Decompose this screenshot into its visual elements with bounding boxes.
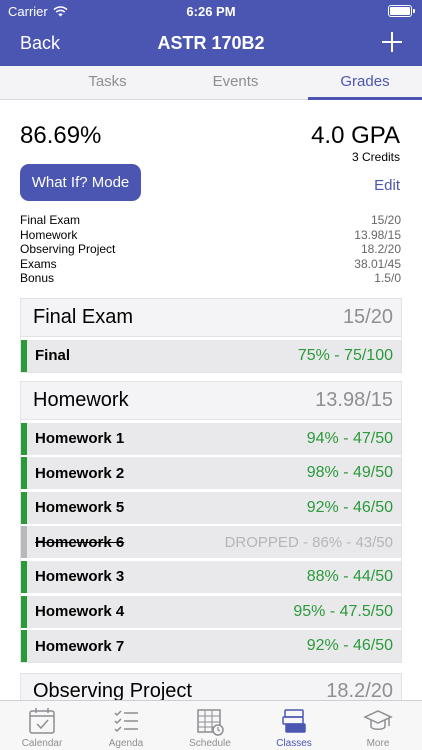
grade-name: Homework 4 bbox=[35, 603, 125, 621]
tabbar-label: Classes bbox=[276, 738, 312, 749]
tabbar-label: More bbox=[366, 738, 390, 749]
category-summary-list: Final Exam 15/20 Homework 13.98/15 Obser… bbox=[20, 213, 401, 286]
grade-status-bar bbox=[21, 560, 27, 593]
summary-row-name: Exams bbox=[20, 256, 57, 271]
grade-status-bar bbox=[21, 457, 27, 490]
summary-row-name: Bonus bbox=[20, 271, 55, 285]
summary-row: Bonus 1.5/0 bbox=[20, 271, 401, 286]
category-name: Final Exam bbox=[33, 306, 134, 328]
tabbar-item-calendar[interactable]: Calendar bbox=[0, 701, 84, 750]
category-name: Homework bbox=[33, 389, 129, 411]
grade-row[interactable]: Homework 2 98% - 49/50 bbox=[21, 457, 401, 490]
grade-value: 98% - 49/50 bbox=[306, 464, 393, 482]
segment-tabs: Tasks Events Grades bbox=[0, 66, 422, 100]
grade-value: 92% - 46/50 bbox=[306, 637, 393, 655]
tab-grades[interactable]: Grades bbox=[308, 66, 422, 100]
summary-row-value: 38.01/45 bbox=[354, 256, 401, 271]
grade-value: DROPPED - 86% - 43/50 bbox=[224, 533, 393, 551]
grade-row[interactable]: Homework 7 92% - 46/50 bbox=[21, 630, 401, 663]
grade-row[interactable]: Homework 4 95% - 47.5/50 bbox=[21, 595, 401, 628]
grade-status-bar bbox=[21, 595, 27, 628]
credits-label: 3 Credits bbox=[351, 150, 400, 164]
gpa-value: 4.0 GPA bbox=[311, 122, 400, 149]
checklist-icon bbox=[114, 710, 138, 733]
category-score: 15/20 bbox=[342, 306, 393, 328]
grade-row[interactable]: Homework 5 92% - 46/50 bbox=[21, 491, 401, 524]
grade-name: Final bbox=[35, 347, 71, 365]
category-name: Observing Project bbox=[33, 680, 192, 700]
grade-status-bar bbox=[21, 422, 27, 455]
tabbar-item-agenda[interactable]: Agenda bbox=[84, 701, 168, 750]
grade-value: 75% - 75/100 bbox=[297, 346, 393, 364]
overall-percent: 86.69% bbox=[20, 122, 102, 149]
tabbar-label: Agenda bbox=[108, 738, 144, 749]
calendar-icon bbox=[29, 708, 55, 734]
category-panel-final-exam: Final Exam 15/20 Final 75% - 75/100 bbox=[20, 298, 402, 373]
category-header[interactable]: Final Exam 15/20 bbox=[21, 299, 401, 337]
grade-status-bar bbox=[21, 491, 27, 524]
grade-name: Homework 7 bbox=[35, 637, 125, 655]
summary-row-value: 13.98/15 bbox=[354, 227, 401, 242]
summary-row-name: Observing Project bbox=[20, 242, 116, 256]
tab-events[interactable]: Events bbox=[158, 66, 313, 100]
page-title: ASTR 170B2 bbox=[157, 33, 265, 53]
summary-row: Final Exam 15/20 bbox=[20, 213, 401, 228]
battery-icon bbox=[388, 5, 415, 17]
category-panel-observing-project: Observing Project 18.2/20 bbox=[20, 673, 402, 700]
graduation-cap-icon bbox=[363, 710, 393, 730]
grade-row-dropped[interactable]: Homework 6 DROPPED - 86% - 43/50 bbox=[21, 526, 401, 559]
navigation-bar: Back ASTR 170B2 bbox=[0, 22, 422, 66]
tabbar-label: Calendar bbox=[21, 738, 63, 749]
active-tab-indicator bbox=[308, 97, 422, 100]
summary-row-value: 1.5/0 bbox=[374, 271, 401, 285]
category-panel-homework: Homework 13.98/15 Homework 1 94% - 47/50… bbox=[20, 381, 402, 664]
category-score: 13.98/15 bbox=[315, 389, 393, 411]
grade-value: 94% - 47/50 bbox=[306, 429, 393, 447]
bottom-tab-bar: Calendar Agenda Schedule Classes More bbox=[0, 700, 422, 750]
grade-name: Homework 2 bbox=[35, 464, 125, 482]
grade-value: 95% - 47.5/50 bbox=[293, 602, 393, 620]
grade-value: 92% - 46/50 bbox=[306, 498, 393, 516]
grade-row[interactable]: Final 75% - 75/100 bbox=[21, 339, 401, 372]
category-score: 18.2/20 bbox=[326, 680, 393, 700]
status-bar: Carrier 6:26 PM bbox=[0, 0, 422, 22]
status-time: 6:26 PM bbox=[186, 4, 236, 19]
grade-status-bar bbox=[21, 339, 27, 372]
grade-name: Homework 3 bbox=[35, 568, 125, 586]
grade-status-bar bbox=[21, 526, 27, 559]
what-if-mode-button[interactable]: What If? Mode bbox=[20, 164, 141, 201]
grade-name: Homework 1 bbox=[35, 430, 125, 448]
grade-row[interactable]: Homework 3 88% - 44/50 bbox=[21, 560, 401, 593]
category-header[interactable]: Homework 13.98/15 bbox=[21, 382, 401, 420]
summary-row: Observing Project 18.2/20 bbox=[20, 242, 401, 257]
books-icon bbox=[282, 709, 306, 733]
grade-status-bar bbox=[21, 630, 27, 663]
summary-row-value: 15/20 bbox=[370, 213, 401, 227]
summary-row: Exams 38.01/45 bbox=[20, 257, 401, 272]
category-header[interactable]: Observing Project 18.2/20 bbox=[21, 674, 401, 700]
schedule-grid-icon bbox=[197, 709, 224, 736]
tabbar-item-schedule[interactable]: Schedule bbox=[168, 701, 252, 750]
plus-icon[interactable] bbox=[380, 30, 404, 54]
edit-button[interactable]: Edit bbox=[374, 177, 400, 194]
summary-row: Homework 13.98/15 bbox=[20, 228, 401, 243]
tabbar-item-classes[interactable]: Classes bbox=[252, 701, 336, 750]
grade-name: Homework 6 bbox=[35, 533, 125, 551]
grade-name: Homework 5 bbox=[35, 499, 125, 517]
summary-row-name: Final Exam bbox=[20, 213, 81, 227]
grade-row[interactable]: Homework 1 94% - 47/50 bbox=[21, 422, 401, 455]
tabbar-item-more[interactable]: More bbox=[336, 701, 420, 750]
grade-value: 88% - 44/50 bbox=[306, 567, 393, 585]
summary-row-name: Homework bbox=[20, 227, 78, 242]
tabbar-label: Schedule bbox=[189, 738, 231, 749]
summary-row-value: 18.2/20 bbox=[360, 242, 401, 256]
